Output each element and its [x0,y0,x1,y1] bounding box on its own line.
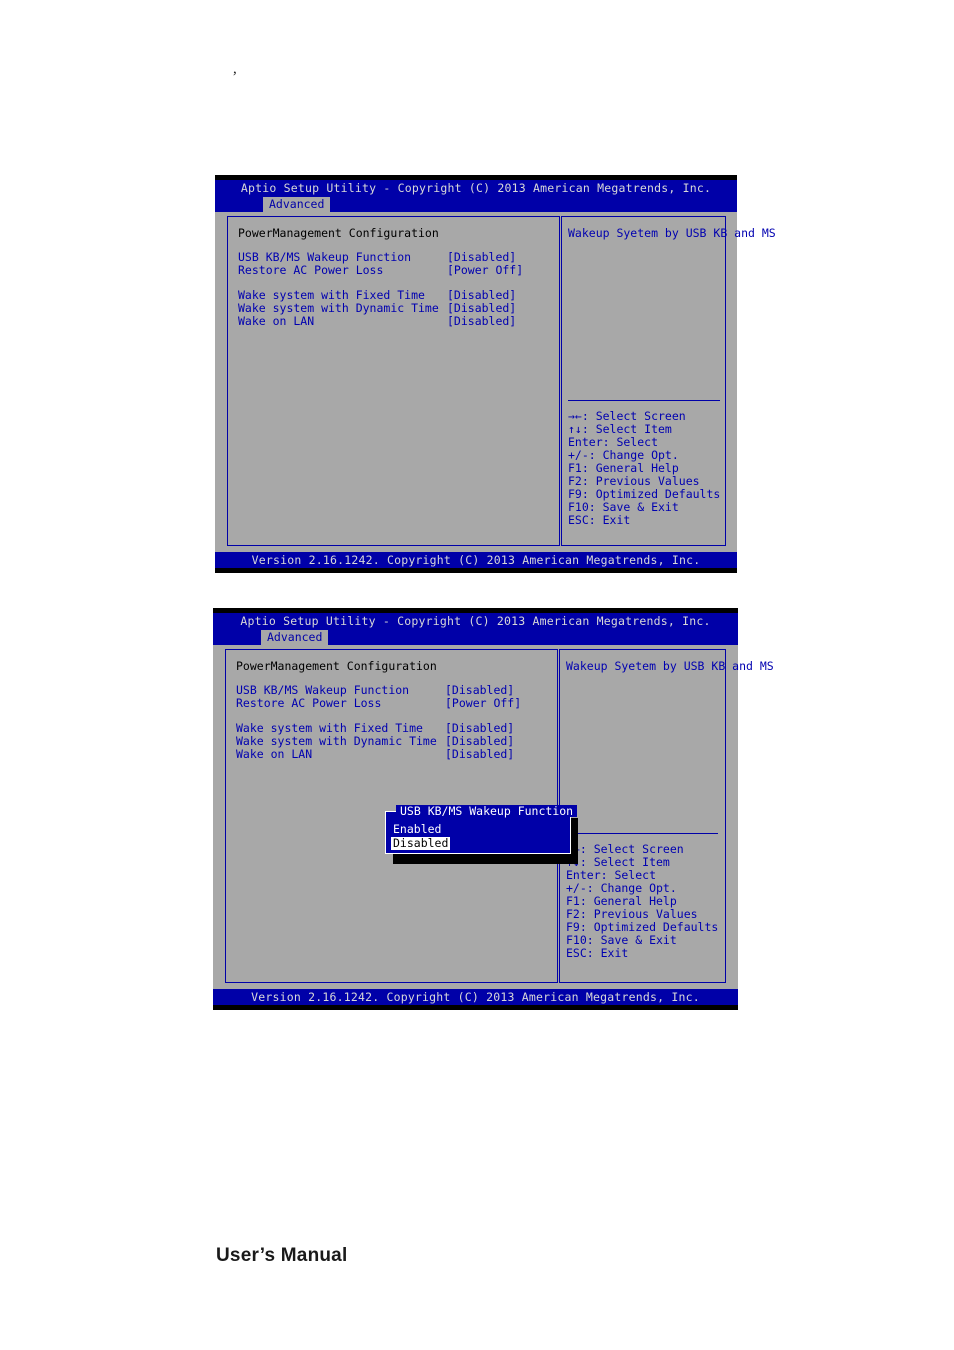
key-hint-select-screen: →←: Select Screen [566,842,684,856]
page-top-mark: , [233,61,237,77]
tab-advanced[interactable]: Advanced [263,197,331,212]
setting-value[interactable]: [Disabled] [447,288,516,302]
setting-label: USB KB/MS Wakeup Function [238,250,412,264]
key-hint-esc-exit: ESC: Exit [568,513,631,527]
setting-value[interactable]: [Disabled] [447,250,516,264]
setting-value[interactable]: [Disabled] [445,734,514,748]
help-divider [568,400,720,401]
setting-label: Wake system with Dynamic Time [238,301,439,315]
key-hint-enter-select: Enter: Select [568,435,659,449]
key-hint-general-help: F1: General Help [566,894,677,908]
key-hint-select-item: ↑↓: Select Item [566,855,670,869]
bottom-strip [215,568,737,573]
setting-label: USB KB/MS Wakeup Function [236,683,410,697]
bios-tab-row: Advanced [215,197,737,212]
setting-value[interactable]: [Power Off] [447,263,523,277]
key-hint-previous-values: F2: Previous Values [566,907,698,921]
bios-title: Aptio Setup Utility - Copyright (C) 2013… [215,180,737,197]
key-hint-general-help: F1: General Help [568,461,679,475]
setting-value[interactable]: [Power Off] [445,696,521,710]
usb-kb-ms-wakeup-popup[interactable]: USB KB/MS Wakeup Function Enabled Disabl… [385,805,578,854]
setting-value[interactable]: [Disabled] [447,314,516,328]
key-hint-optimized-defaults: F9: Optimized Defaults [566,920,719,934]
key-hint-change-opt: +/-: Change Opt. [568,448,679,462]
key-hint-save-exit: F10: Save & Exit [566,933,677,947]
settings-panel: PowerManagement Configuration USB KB/MS … [227,216,560,546]
key-hint-optimized-defaults: F9: Optimized Defaults [568,487,721,501]
key-hint-change-opt: +/-: Change Opt. [566,881,677,895]
section-title: PowerManagement Configuration [238,226,439,240]
setting-label: Restore AC Power Loss [236,696,382,710]
bottom-strip [213,1005,738,1010]
bios-screen-2: Aptio Setup Utility - Copyright (C) 2013… [213,608,774,1010]
help-divider [566,833,718,834]
help-panel: Wakeup Syetem by USB KB and MS →←: Selec… [559,649,774,983]
bios-tab-row: Advanced [213,630,738,645]
tab-advanced[interactable]: Advanced [261,630,329,645]
setting-label: Restore AC Power Loss [238,263,384,277]
help-description: Wakeup Syetem by USB KB and MS [566,659,774,673]
section-title: PowerManagement Configuration [236,659,437,673]
bios-body: PowerManagement Configuration USB KB/MS … [215,212,776,552]
key-hint-select-item: ↑↓: Select Item [568,422,672,436]
key-hint-enter-select: Enter: Select [566,868,657,882]
bios-screen-1: Aptio Setup Utility - Copyright (C) 2013… [215,175,776,573]
key-hint-previous-values: F2: Previous Values [568,474,700,488]
bios-footer: Version 2.16.1242. Copyright (C) 2013 Am… [215,552,737,568]
setting-label: Wake system with Dynamic Time [236,734,437,748]
setting-value[interactable]: [Disabled] [445,747,514,761]
setting-value[interactable]: [Disabled] [445,683,514,697]
popup-title: USB KB/MS Wakeup Function [396,805,578,817]
popup-option-disabled[interactable]: Disabled [391,837,451,850]
setting-value[interactable]: [Disabled] [447,301,516,315]
key-hint-select-screen: →←: Select Screen [568,409,686,423]
popup-option-enabled[interactable]: Enabled [393,823,441,836]
setting-label: Wake on LAN [238,314,315,328]
setting-label: Wake system with Fixed Time [236,721,423,735]
help-panel: Wakeup Syetem by USB KB and MS →←: Selec… [561,216,776,546]
setting-label: Wake on LAN [236,747,313,761]
key-hint-save-exit: F10: Save & Exit [568,500,679,514]
bios-title: Aptio Setup Utility - Copyright (C) 2013… [213,613,738,630]
setting-label: Wake system with Fixed Time [238,288,425,302]
bios-body: PowerManagement Configuration USB KB/MS … [213,645,774,989]
bios-footer: Version 2.16.1242. Copyright (C) 2013 Am… [213,989,738,1005]
key-hint-esc-exit: ESC: Exit [566,946,629,960]
help-description: Wakeup Syetem by USB KB and MS [568,226,776,240]
setting-value[interactable]: [Disabled] [445,721,514,735]
page-footer-label: User’s Manual [216,1245,348,1266]
